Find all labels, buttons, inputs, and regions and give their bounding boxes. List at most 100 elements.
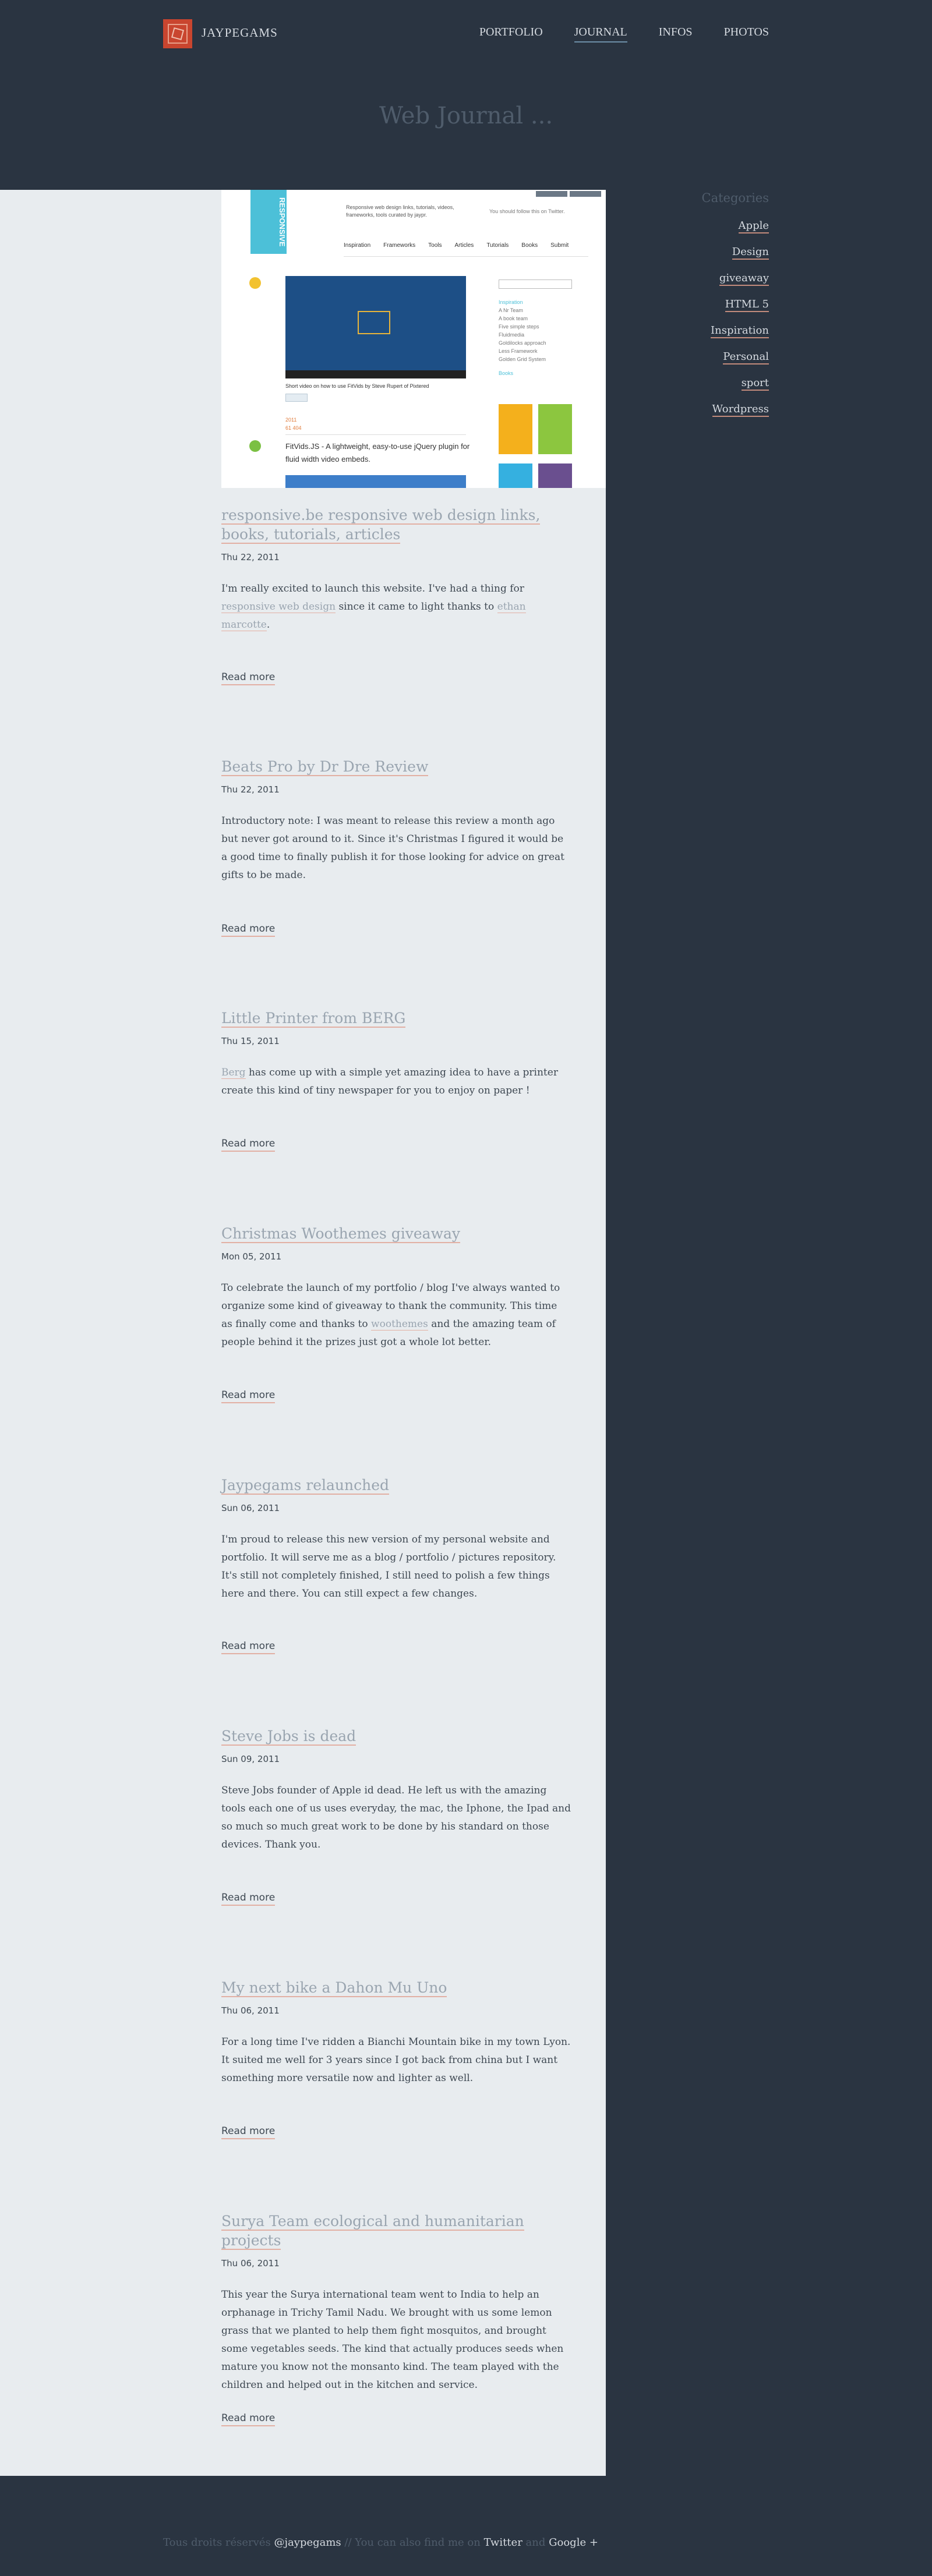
category-link-sport[interactable]: sport (711, 377, 769, 391)
post-item: Little Printer from BERG Thu 15, 2011 Be… (221, 1009, 571, 1100)
hero-meta-item: 2011 (285, 417, 297, 423)
footer-text: // You can also find me on (341, 2536, 484, 2549)
post-excerpt: Steve Jobs founder of Apple id dead. He … (221, 1782, 571, 1854)
read-more-link[interactable]: Read more (221, 2125, 276, 2139)
category-label: Personal (723, 351, 769, 365)
book-cover (538, 404, 572, 454)
post-date: Sun 09, 2011 (221, 1754, 280, 1764)
post-date: Mon 05, 2011 (221, 1251, 282, 1262)
post-item: My next bike a Dahon Mu Uno Thu 06, 2011… (221, 1978, 571, 2087)
excerpt-link[interactable]: woothemes (371, 1318, 428, 1331)
post-title[interactable]: responsive.be responsive web design link… (221, 507, 541, 544)
read-more-link[interactable]: Read more (221, 1892, 276, 1906)
page-title: Web Journal ... (379, 102, 553, 129)
hero-side-item: A book team (499, 316, 528, 321)
hero-search-box (499, 279, 572, 289)
post-excerpt: Berg has come up with a simple yet amazi… (221, 1064, 571, 1100)
tool-category-icon (249, 440, 261, 452)
post-excerpt: Introductory note: I was meant to releas… (221, 812, 571, 884)
hero-menu: Inspiration Frameworks Tools Articles Tu… (344, 242, 569, 249)
category-link-design[interactable]: Design (711, 246, 769, 260)
excerpt-text: since it came to light thanks to (336, 601, 497, 613)
category-label: Wordpress (712, 403, 769, 417)
hero-menu-item: Tutorials (486, 242, 509, 249)
post-title[interactable]: Beats Pro by Dr Dre Review (221, 758, 429, 776)
post-title[interactable]: Steve Jobs is dead (221, 1728, 356, 1746)
follow-button-icon (570, 191, 601, 197)
post-title[interactable]: Surya Team ecological and humanitarian p… (221, 2213, 524, 2250)
footer-text: and (522, 2536, 549, 2549)
hero-menu-item: Tools (428, 242, 442, 249)
site-logo-text[interactable]: JAYPEGAMS (202, 26, 278, 40)
post-date: Thu 22, 2011 (221, 784, 280, 795)
main-nav: PORTFOLIO JOURNAL INFOS PHOTOS (479, 26, 769, 43)
post-excerpt: To celebrate the launch of my portfolio … (221, 1279, 571, 1351)
excerpt-text: . (266, 619, 270, 631)
footer-text: Tous droits réservés (163, 2536, 274, 2549)
post-title[interactable]: Christmas Woothemes giveaway (221, 1225, 461, 1243)
read-more-link[interactable]: Read more (221, 1640, 276, 1654)
excerpt-link[interactable]: responsive web design (221, 601, 336, 613)
read-more-link[interactable]: Read more (221, 2412, 276, 2426)
category-label: giveaway (719, 272, 769, 286)
hero-divider (344, 256, 588, 257)
post-date: Thu 06, 2011 (221, 2258, 280, 2269)
post-excerpt: I'm really excited to launch this websit… (221, 580, 571, 634)
excerpt-text: Steve Jobs founder of Apple id dead. He … (221, 1785, 571, 1850)
hero-menu-item: Submit (550, 242, 569, 249)
category-link-personal[interactable]: Personal (711, 351, 769, 365)
hero-menu-item: Books (521, 242, 538, 249)
hero-video-thumbnail (285, 276, 466, 378)
read-more-link[interactable]: Read more (221, 1389, 276, 1403)
post-item: responsive.be responsive web design link… (221, 505, 571, 634)
excerpt-text: I'm really excited to launch this websit… (221, 583, 524, 595)
nav-portfolio[interactable]: PORTFOLIO (479, 26, 543, 43)
excerpt-link[interactable]: Berg (221, 1067, 246, 1079)
footer-google-link[interactable]: Google + (549, 2536, 598, 2549)
nav-infos[interactable]: INFOS (659, 26, 693, 43)
category-link-html5[interactable]: HTML 5 (711, 298, 769, 312)
category-link-inspiration[interactable]: Inspiration (711, 324, 769, 338)
follow-button-icon (536, 191, 567, 197)
category-label: Apple (738, 220, 769, 233)
post-date: Thu 15, 2011 (221, 1036, 280, 1046)
video-category-icon (249, 277, 261, 289)
footer-twitter-link[interactable]: Twitter (484, 2536, 523, 2549)
post-item: Jaypegams relaunched Sun 06, 2011 I'm pr… (221, 1475, 571, 1603)
post-excerpt: For a long time I've ridden a Bianchi Mo… (221, 2033, 571, 2087)
category-label: Inspiration (711, 324, 769, 338)
post-item: Steve Jobs is dead Sun 09, 2011 Steve Jo… (221, 1726, 571, 1854)
post-title[interactable]: Little Printer from BERG (221, 1010, 406, 1028)
category-link-wordpress[interactable]: Wordpress (711, 403, 769, 417)
nav-photos[interactable]: PHOTOS (724, 26, 769, 43)
post-excerpt: I'm proud to release this new version of… (221, 1531, 571, 1603)
read-more-link[interactable]: Read more (221, 671, 276, 685)
tweet-button-icon (285, 394, 308, 402)
hero-menu-item: Articles (454, 242, 474, 249)
footer-twitter-handle-link[interactable]: @jaypegams (274, 2536, 341, 2549)
hero-side-item: Inspiration (499, 299, 523, 305)
excerpt-text: This year the Surya international team w… (221, 2289, 564, 2391)
hero-side-item: Books (499, 370, 514, 376)
read-more-link[interactable]: Read more (221, 923, 276, 937)
hero-side-item: Goldilocks approach (499, 340, 546, 346)
book-cover (538, 463, 572, 488)
category-link-giveaway[interactable]: giveaway (711, 272, 769, 286)
hero-badge: RESPONSIVE (250, 190, 287, 254)
read-more-link[interactable]: Read more (221, 1138, 276, 1152)
nav-journal[interactable]: JOURNAL (574, 26, 627, 43)
hero-tagline: Responsive web design links, tutorials, … (346, 204, 454, 218)
featured-image[interactable]: RESPONSIVE Responsive web design links, … (221, 190, 606, 488)
hero-fitvids-text: FitVids.JS - A lightweight, easy-to-use … (285, 442, 470, 463)
post-title[interactable]: Jaypegams relaunched (221, 1477, 389, 1495)
logo-icon[interactable] (163, 19, 192, 48)
post-title[interactable]: My next bike a Dahon Mu Uno (221, 1979, 447, 1997)
category-link-apple[interactable]: Apple (711, 220, 769, 233)
category-label: Design (732, 246, 769, 260)
site-header: JAYPEGAMS PORTFOLIO JOURNAL INFOS PHOTOS… (0, 0, 932, 190)
site-footer: Tous droits réservés @jaypegams // You c… (163, 2536, 598, 2549)
hero-follow-text: You should follow this on Twitter. (489, 208, 565, 214)
hero-meta-item: 61 404 (285, 425, 302, 431)
post-date: Thu 22, 2011 (221, 552, 280, 562)
hero-side-item: Less Framework (499, 348, 538, 354)
